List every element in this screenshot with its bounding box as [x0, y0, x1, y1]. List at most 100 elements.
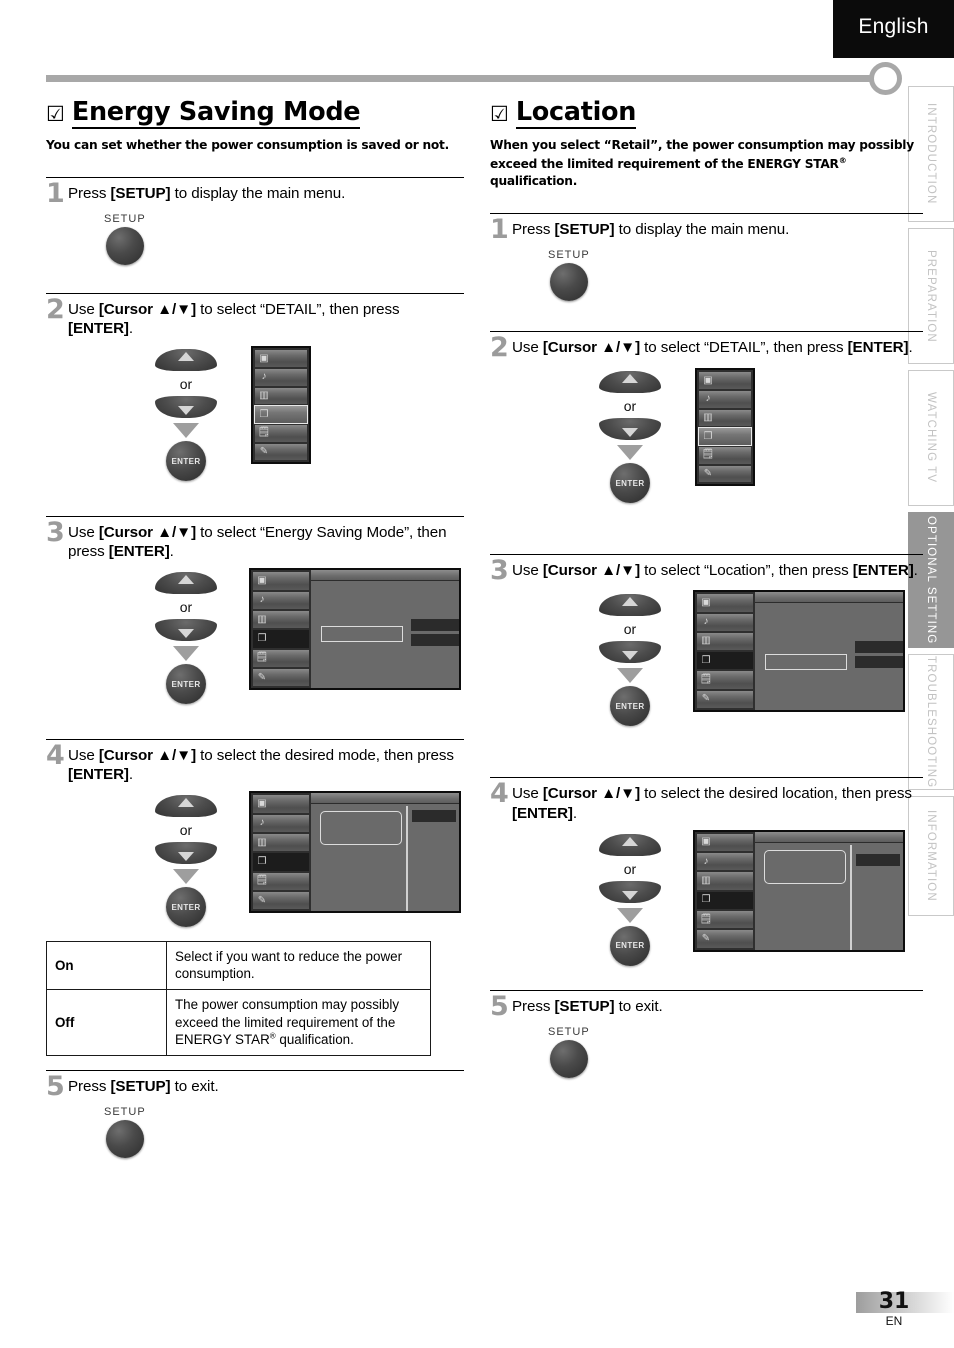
enter-button-icon: ENTER — [610, 463, 650, 504]
step-instruction: Press [SETUP] to exit. — [512, 998, 663, 1016]
osd-row-lock[interactable]: ▥ — [255, 387, 307, 405]
sound-icon: ♪ — [259, 817, 265, 829]
osd-row-lock[interactable]: ▥ — [697, 632, 753, 651]
right-section-description: When you select “Retail”, the power cons… — [490, 138, 914, 189]
osd-row-sound[interactable]: ♪ — [697, 853, 753, 871]
step-number: 3 — [46, 516, 65, 548]
osd-row-detail[interactable]: ❐ — [253, 630, 309, 648]
enter-button-icon: ENTER — [166, 441, 206, 482]
osd-row-setup[interactable]: ✎ — [255, 443, 307, 461]
osd-pane-divider — [406, 806, 408, 912]
osd-row-setup[interactable]: ✎ — [253, 668, 309, 687]
sidebar-item-label: TROUBLESHOOTING — [925, 655, 937, 789]
step-instruction: Use [Cursor ▲/▼] to select the desired m… — [68, 746, 454, 784]
left-section-description: You can set whether the power consumptio… — [46, 138, 449, 153]
header-rule — [46, 75, 880, 82]
setup-button-graphic: SETUP — [104, 213, 464, 265]
picture-icon: ▣ — [257, 574, 267, 586]
osd-row-lock[interactable]: ▥ — [253, 610, 309, 629]
flow-arrow-icon — [617, 445, 643, 461]
table-row: On Select if you want to reduce the powe… — [46, 940, 431, 991]
picture-icon: ▣ — [259, 352, 269, 364]
manual-page: English INTRODUCTION PREPARATION WATCHIN… — [0, 0, 954, 1348]
left-step-4: 4 Use [Cursor ▲/▼] to select the desired… — [46, 738, 464, 939]
osd-content-pane — [755, 831, 903, 950]
flow-arrow-icon — [617, 907, 643, 923]
or-label: or — [623, 398, 637, 415]
page-title: Location — [515, 98, 636, 130]
osd-row-lock[interactable]: ▥ — [253, 833, 309, 852]
osd-row-sound[interactable]: ♪ — [699, 390, 751, 408]
osd-main-menu-small: ▣ ♪ ▥ ❐ 🗒 ✎ — [251, 346, 311, 465]
osd-highlighted-item[interactable] — [320, 811, 402, 846]
osd-title-bar — [755, 592, 903, 604]
step-number: 4 — [46, 739, 65, 771]
option-description: The power consumption may possibly excee… — [166, 989, 431, 1057]
osd-row-detail[interactable]: ❐ — [253, 853, 309, 871]
setup-button-graphic: SETUP — [548, 1026, 923, 1079]
osd-content-pane — [311, 793, 459, 912]
osd-row-sound[interactable]: ♪ — [697, 613, 753, 631]
or-label: or — [179, 822, 193, 839]
step-instruction: Use [Cursor ▲/▼] to select “DETAIL”, the… — [512, 339, 913, 357]
osd-row-setup[interactable]: ✎ — [697, 690, 753, 709]
osd-row-setup[interactable]: ✎ — [699, 465, 751, 483]
table-row: Off The power consumption may possibly e… — [46, 989, 431, 1057]
step-instruction: Use [Cursor ▲/▼] to select “DETAIL”, the… — [68, 300, 400, 338]
osd-row-channel[interactable]: 🗒 — [255, 424, 307, 442]
cursor-keys-graphic: or ENTER — [143, 572, 229, 705]
osd-value-row-2 — [855, 656, 903, 669]
osd-row-channel[interactable]: 🗒 — [697, 671, 753, 689]
step-instruction: Press [SETUP] to display the main menu. — [68, 184, 346, 202]
osd-highlighted-item[interactable] — [321, 626, 403, 643]
lock-icon: ▥ — [257, 613, 267, 625]
osd-row-picture[interactable]: ▣ — [699, 372, 751, 389]
cursor-down-button-icon — [155, 619, 217, 642]
osd-row-sound[interactable]: ♪ — [253, 814, 309, 832]
osd-row-setup[interactable]: ✎ — [253, 891, 309, 910]
osd-row-picture[interactable]: ▣ — [255, 350, 307, 367]
cursor-down-button-icon — [155, 842, 217, 865]
osd-row-channel[interactable]: 🗒 — [253, 649, 309, 667]
osd-row-detail[interactable]: ❐ — [697, 652, 753, 670]
cursor-up-button-icon — [599, 833, 661, 856]
osd-row-detail[interactable]: ❐ — [697, 891, 753, 909]
setup-pencil-icon: ✎ — [701, 693, 711, 705]
osd-row-picture[interactable]: ▣ — [697, 833, 753, 851]
step-instruction: Press [SETUP] to display the main menu. — [512, 221, 790, 239]
osd-row-channel[interactable]: 🗒 — [697, 910, 753, 929]
osd-row-channel[interactable]: 🗒 — [253, 872, 309, 890]
osd-detail-menu: ▣ ♪ ▥ ❐ 🗒 ✎ — [249, 568, 461, 691]
sidebar-item-label: OPTIONAL SETTING — [925, 515, 937, 645]
channel-icon: 🗒 — [699, 674, 713, 686]
step-number: 2 — [46, 293, 65, 325]
lock-icon: ▥ — [259, 389, 269, 401]
cursor-keys-graphic: or ENTER — [143, 795, 229, 928]
page-language-code: EN — [885, 1314, 903, 1328]
step-number: 1 — [46, 177, 65, 209]
osd-row-picture[interactable]: ▣ — [253, 572, 309, 590]
cursor-down-button-icon — [599, 418, 661, 441]
osd-row-sound[interactable]: ♪ — [253, 591, 309, 609]
osd-row-detail[interactable]: ❐ — [254, 405, 308, 424]
enter-button-icon: ENTER — [166, 664, 206, 705]
osd-highlighted-item[interactable] — [765, 654, 847, 671]
osd-row-setup[interactable]: ✎ — [697, 930, 753, 948]
osd-main-menu-small: ▣ ♪ ▥ ❐ 🗒 ✎ — [695, 368, 755, 487]
setup-button-label: SETUP — [104, 1106, 146, 1119]
options-table: On Select if you want to reduce the powe… — [46, 940, 431, 1057]
step-number: 4 — [490, 778, 509, 810]
osd-row-picture[interactable]: ▣ — [253, 795, 309, 813]
detail-icon: ❐ — [701, 654, 711, 666]
osd-row-sound[interactable]: ♪ — [255, 368, 307, 386]
sound-icon: ♪ — [703, 855, 709, 867]
osd-value-row-1 — [855, 641, 903, 654]
osd-row-lock[interactable]: ▥ — [697, 872, 753, 890]
osd-highlighted-item[interactable] — [764, 849, 846, 884]
or-label: or — [623, 621, 637, 638]
osd-row-channel[interactable]: 🗒 — [699, 446, 751, 464]
osd-row-lock[interactable]: ▥ — [699, 409, 751, 427]
osd-row-detail[interactable]: ❐ — [698, 427, 752, 446]
right-section-heading: ☑ Location — [490, 98, 923, 130]
osd-row-picture[interactable]: ▣ — [697, 594, 753, 612]
